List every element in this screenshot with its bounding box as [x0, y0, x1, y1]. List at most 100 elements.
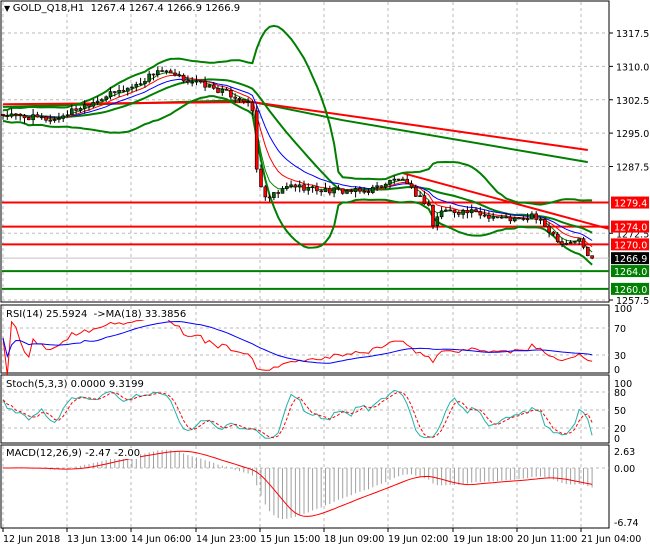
candle-bear: [362, 190, 367, 193]
candle-bear: [44, 116, 48, 121]
candle-bear: [405, 178, 410, 184]
panel-0: [0, 0, 610, 303]
candle-bear: [487, 214, 491, 219]
candle-bull: [568, 241, 573, 244]
candle-bear: [413, 186, 418, 197]
candle-bear: [121, 90, 126, 92]
candle-bull: [82, 104, 87, 109]
candle-bear: [401, 178, 405, 181]
candle-bull: [91, 102, 96, 107]
candle-bear: [349, 190, 354, 193]
candle-bear: [186, 80, 190, 83]
stoch-tick-label: 50: [614, 406, 626, 417]
candle-bear: [254, 110, 259, 170]
candle-bull: [164, 70, 169, 73]
stoch-label: Stoch(5,3,3) 0.0000 9.3199: [6, 379, 144, 390]
candle-bull: [272, 192, 276, 198]
candle-bull: [323, 188, 328, 193]
candle-bear: [35, 114, 40, 118]
candle-bear: [233, 96, 237, 99]
candle-bull: [469, 209, 474, 214]
triangle-down-icon[interactable]: ▼: [4, 4, 13, 13]
candle-bear: [465, 210, 470, 214]
candle-bull: [143, 80, 147, 84]
candle-bear: [315, 186, 319, 192]
candle-bear: [534, 213, 539, 220]
rsi-tick-label: 100: [614, 304, 632, 315]
rsi-label: RSI(14) 25.5924 ->MA(18) 33.3856: [6, 309, 187, 320]
candle-bear: [181, 74, 186, 82]
candle-bear: [525, 218, 530, 221]
candle-bull: [52, 119, 57, 121]
candle-bull: [95, 100, 100, 103]
level-price-tag: 1279.4: [614, 199, 647, 210]
candle-bear: [216, 88, 220, 93]
level-price-tag: 1264.0: [614, 267, 647, 278]
time-label: 15 Jun 15:00: [260, 534, 320, 545]
candle-bull: [207, 84, 212, 88]
candle-bear: [113, 91, 117, 93]
candle-bull: [297, 184, 302, 188]
candle-bull: [9, 113, 14, 117]
candle-bull: [530, 213, 534, 220]
macd-tick-label: 2.63: [614, 447, 635, 458]
candle-bear: [250, 102, 255, 112]
candle-bear: [340, 188, 345, 194]
candle-bull: [439, 210, 444, 218]
candle-bear: [211, 84, 216, 89]
level-price-tag: 1270.0: [614, 240, 647, 251]
candle-bear: [259, 168, 263, 188]
candle-bear: [409, 183, 414, 188]
candle-bear: [542, 218, 547, 227]
time-label: 19 Jun 02:00: [388, 534, 448, 545]
chart-header: ▼ GOLD_Q18,H1 1267.4 1267.4 1266.9 1266.…: [4, 3, 241, 14]
candle-bull: [78, 108, 83, 111]
time-label: 21 Jun 04:00: [581, 534, 641, 545]
candle-bear: [237, 98, 242, 100]
candle-bear: [276, 192, 281, 194]
candle-bull: [332, 187, 336, 194]
candle-bull: [564, 242, 569, 245]
candle-bear: [452, 209, 457, 213]
time-label: 20 Jun 11:00: [517, 534, 577, 545]
candle-bear: [203, 80, 207, 88]
candle-bear: [422, 195, 427, 205]
candle-bear: [199, 80, 203, 83]
candle-bull: [39, 116, 44, 119]
candle-bear: [521, 218, 526, 220]
candle-bull: [57, 118, 61, 120]
candle-bear: [474, 209, 478, 212]
candle-bear: [495, 216, 500, 219]
time-label: 13 Jun 13:00: [67, 534, 127, 545]
candle-bear: [431, 204, 435, 227]
price-tick-label: 1310.0: [616, 62, 649, 73]
chart-canvas[interactable]: 1317.51310.01302.51295.01287.51272.51257…: [0, 0, 650, 550]
candle-bear: [160, 70, 164, 72]
candle-bear: [327, 188, 332, 194]
candle-bull: [392, 178, 397, 181]
candle-bear: [517, 217, 521, 220]
candle-bear: [246, 101, 250, 103]
candle-bull: [499, 216, 504, 219]
candle-bear: [426, 203, 431, 206]
candle-bull: [353, 188, 358, 193]
candle-bear: [551, 231, 556, 235]
stoch-tick-label: 0: [614, 434, 620, 445]
candle-bull: [61, 115, 66, 119]
candle-bull: [345, 190, 349, 194]
candle-bear: [590, 255, 594, 259]
level-price-tag: 1274.0: [614, 223, 647, 234]
candle-bull: [461, 210, 465, 215]
rsi-tick-label: 0: [614, 365, 620, 376]
candle-bear: [168, 70, 173, 74]
rsi-tick-label: 30: [614, 351, 626, 362]
candle-bear: [319, 190, 324, 193]
candle-bear: [585, 246, 590, 256]
candle-bull: [220, 89, 225, 93]
candle-bull: [117, 90, 121, 93]
candle-bear: [555, 233, 560, 242]
candle-bear: [336, 187, 341, 190]
candle-bull: [156, 70, 160, 75]
candle-bear: [547, 225, 551, 233]
time-label: 14 Jun 23:00: [196, 534, 256, 545]
